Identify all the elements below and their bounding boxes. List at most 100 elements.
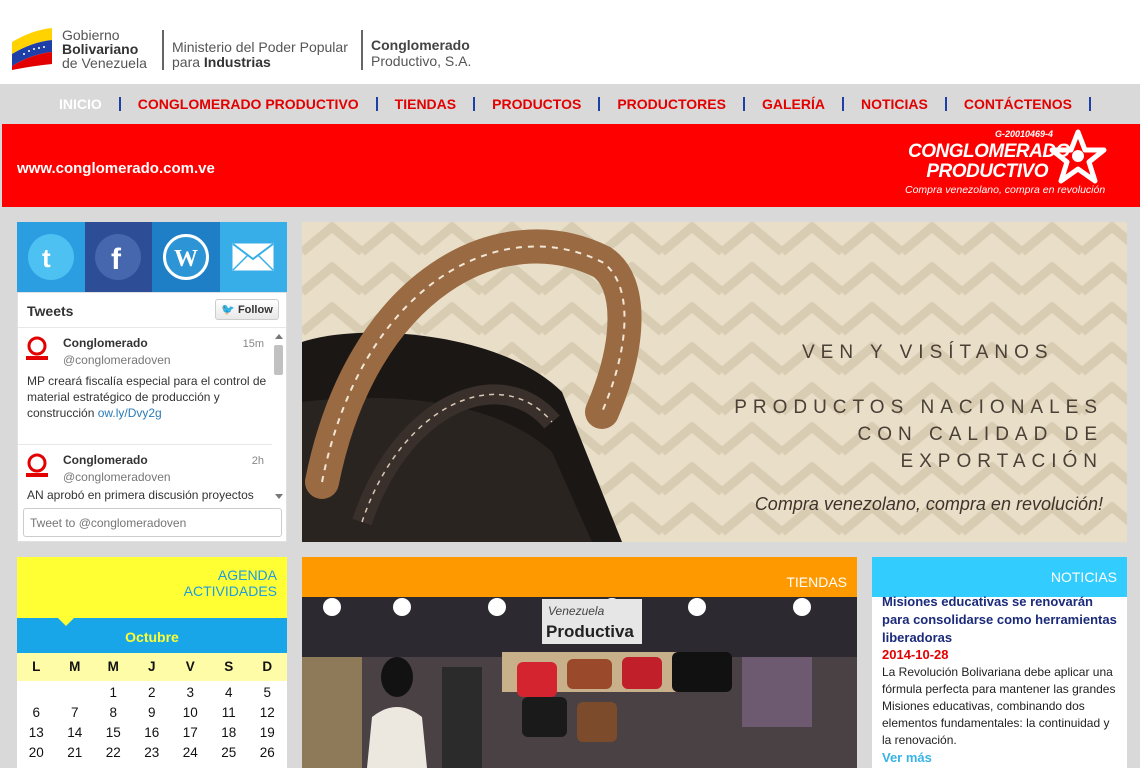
- ministerio-label: Ministerio del Poder Popular para Indust…: [172, 39, 348, 70]
- calendar-day[interactable]: 19: [248, 725, 287, 740]
- tweet-author-handle[interactable]: @conglomeradoven: [63, 353, 171, 367]
- agenda-title[interactable]: AGENDA ACTIVIDADES: [184, 567, 277, 599]
- twitter-button[interactable]: t: [17, 222, 85, 292]
- government-header: Gobierno Bolivariano de Venezuela Minist…: [0, 0, 1140, 84]
- store-photo[interactable]: Venezuela Productiva: [302, 597, 857, 768]
- calendar-week: 1 2 3 4 5: [17, 685, 287, 700]
- nav-item-productores[interactable]: PRODUCTORES: [600, 96, 745, 112]
- brand-slogan: Compra venezolano, compra en revolución: [905, 184, 1106, 196]
- avatar: [26, 453, 48, 477]
- read-more-link[interactable]: Ver más: [882, 750, 932, 765]
- calendar-day[interactable]: 21: [56, 745, 95, 760]
- brand-code: G-20010469-4: [995, 129, 1054, 139]
- calendar-day[interactable]: 26: [248, 745, 287, 760]
- scroll-down-icon[interactable]: [273, 490, 285, 502]
- svg-text:W: W: [174, 246, 198, 272]
- tweet-author-name[interactable]: Conglomerado: [63, 453, 148, 467]
- conglomerado-label: Conglomerado Productivo, S.A.: [371, 37, 472, 69]
- tweet-scrollbar[interactable]: [272, 330, 284, 502]
- calendar-day[interactable]: [56, 685, 95, 700]
- nav-item-conglomerado-productivo[interactable]: CONGLOMERADO PRODUCTIVO: [121, 96, 378, 112]
- svg-text:f: f: [111, 243, 122, 272]
- nav-item-productos[interactable]: PRODUCTOS: [475, 96, 601, 112]
- twitter-bird-icon: 🐦: [221, 304, 235, 316]
- calendar-day[interactable]: 10: [171, 705, 210, 720]
- tweet-divider: [18, 444, 272, 445]
- follow-button[interactable]: 🐦 Follow: [215, 299, 279, 320]
- calendar-day[interactable]: 14: [56, 725, 95, 740]
- star-logo-icon: [1049, 129, 1107, 184]
- store-sign-line2: Productiva: [546, 622, 634, 641]
- twitter-widget: Tweets 🐦 Follow Conglomerado @conglomera…: [17, 292, 287, 542]
- tweet-item[interactable]: Conglomerado @conglomeradoven 15m MP cre…: [18, 330, 272, 445]
- weekday-label: V: [185, 659, 195, 674]
- nav-item-tiendas[interactable]: TIENDAS: [378, 96, 476, 112]
- twitter-widget-header: Tweets 🐦 Follow: [18, 293, 286, 328]
- tiendas-section: TIENDAS Venezuela Productiva: [302, 557, 857, 768]
- calendar-day[interactable]: 9: [133, 705, 172, 720]
- calendar-week: 20 21 22 23 24 25 26: [17, 745, 287, 760]
- calendar-day[interactable]: 16: [133, 725, 172, 740]
- nav-item-contactenos[interactable]: CONTÁCTENOS: [947, 96, 1091, 112]
- weekday-label: M: [69, 659, 81, 674]
- calendar-day[interactable]: 22: [94, 745, 133, 760]
- store-sign-line1: Venezuela: [548, 604, 605, 618]
- calendar-day[interactable]: 23: [133, 745, 172, 760]
- calendar-day[interactable]: 13: [17, 725, 56, 740]
- social-links: t f W: [17, 222, 287, 292]
- scroll-up-icon[interactable]: [273, 331, 285, 343]
- calendar-month: Octubre: [17, 617, 287, 653]
- calendar-day[interactable]: 12: [248, 705, 287, 720]
- calendar-day[interactable]: 7: [56, 705, 95, 720]
- nav-item-noticias[interactable]: NOTICIAS: [844, 96, 947, 112]
- news-item-title[interactable]: Misiones educativas se renovarán para co…: [882, 593, 1122, 647]
- tweet-timestamp[interactable]: 2h: [252, 455, 264, 467]
- calendar-day[interactable]: 20: [17, 745, 56, 760]
- calendar-day[interactable]: 1: [94, 685, 133, 700]
- calendar-day[interactable]: 6: [17, 705, 56, 720]
- tweet-author-handle[interactable]: @conglomeradoven: [63, 470, 171, 484]
- nav-item-galeria[interactable]: GALERÍA: [745, 96, 844, 112]
- calendar-day[interactable]: 11: [210, 705, 249, 720]
- calendar-day[interactable]: 5: [248, 685, 287, 700]
- tweet-author-name[interactable]: Conglomerado: [63, 336, 148, 350]
- agenda-header: AGENDA ACTIVIDADES: [17, 557, 287, 618]
- tweet-input[interactable]: [23, 508, 282, 537]
- twitter-widget-title: Tweets: [27, 303, 74, 319]
- calendar-day[interactable]: 4: [210, 685, 249, 700]
- main-nav: INICIO CONGLOMERADO PRODUCTIVO TIENDAS P…: [2, 84, 1140, 124]
- tweet-text: AN aprobó en primera discusión proyectos: [27, 488, 254, 502]
- nav-item-inicio[interactable]: INICIO: [42, 96, 121, 112]
- calendar-day[interactable]: [17, 685, 56, 700]
- site-banner: www.conglomerado.com.ve G-20010469-4 CON…: [2, 124, 1140, 207]
- tweet-link[interactable]: ow.ly/Dvy2g: [98, 406, 162, 420]
- weekday-label: S: [224, 659, 234, 674]
- calendar-day[interactable]: 17: [171, 725, 210, 740]
- store-photo-image: Venezuela Productiva: [302, 597, 857, 768]
- calendar-day[interactable]: 8: [94, 705, 133, 720]
- calendar-day[interactable]: 2: [133, 685, 172, 700]
- nav-separator: [1089, 97, 1091, 111]
- calendar-day[interactable]: 25: [210, 745, 249, 760]
- tiendas-title[interactable]: TIENDAS: [786, 574, 847, 590]
- calendar-week: 6 7 8 9 10 11 12: [17, 705, 287, 720]
- calendar-day[interactable]: 15: [94, 725, 133, 740]
- noticias-title[interactable]: NOTICIAS: [1051, 569, 1117, 585]
- wordpress-button[interactable]: W: [152, 222, 220, 292]
- hero-banner[interactable]: VEN Y VISÍTANOS PRODUCTOS NACIONALES CON…: [302, 222, 1127, 542]
- header-divider: [361, 30, 363, 70]
- calendar-day[interactable]: 3: [171, 685, 210, 700]
- weekday-label: J: [147, 659, 156, 674]
- brand-logo-text[interactable]: CONGLOMERADO PRODUCTIVO: [908, 142, 1070, 182]
- calendar-day[interactable]: 18: [210, 725, 249, 740]
- facebook-button[interactable]: f: [84, 222, 152, 292]
- site-url[interactable]: www.conglomerado.com.ve: [17, 160, 215, 177]
- tweet-timestamp[interactable]: 15m: [243, 338, 264, 350]
- tweet-item[interactable]: Conglomerado @conglomeradoven 2h AN apro…: [18, 447, 272, 503]
- mail-icon: [232, 243, 274, 271]
- mail-button[interactable]: [219, 222, 287, 292]
- scrollbar-thumb[interactable]: [274, 345, 283, 375]
- wordpress-icon: W: [162, 234, 209, 280]
- weekday-label: L: [32, 659, 41, 674]
- calendar-day[interactable]: 24: [171, 745, 210, 760]
